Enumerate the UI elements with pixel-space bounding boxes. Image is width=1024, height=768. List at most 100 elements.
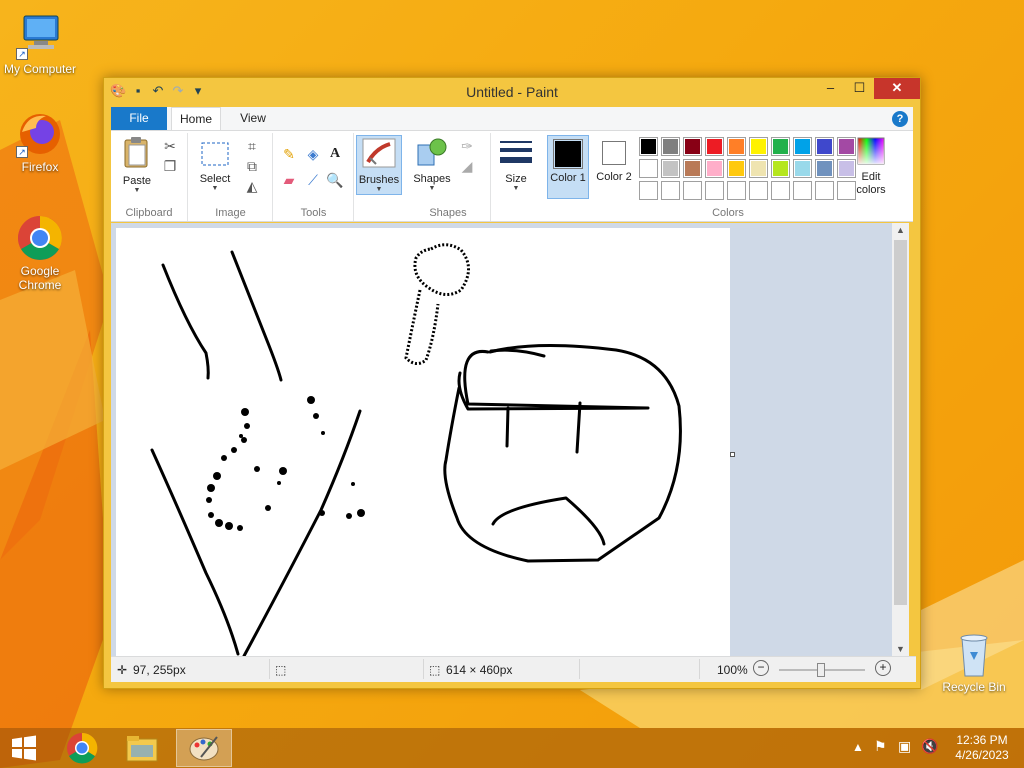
palette-swatch[interactable]	[749, 137, 768, 156]
palette-swatch[interactable]	[639, 137, 658, 156]
select-button[interactable]: Select ▼	[193, 141, 237, 193]
palette-swatch[interactable]	[727, 181, 746, 200]
palette-swatch[interactable]	[639, 181, 658, 200]
scroll-up-icon[interactable]: ▲	[892, 225, 909, 235]
palette-swatch[interactable]	[661, 181, 680, 200]
tab-home[interactable]: Home	[171, 107, 221, 130]
palette-swatch[interactable]	[815, 181, 834, 200]
palette-swatch[interactable]	[815, 159, 834, 178]
palette-swatch[interactable]	[683, 159, 702, 178]
title-bar[interactable]: 🎨 ▪ ↶ ↷ ▾ Untitled - Paint – ☐ ✕	[104, 78, 920, 106]
palette-swatch[interactable]	[793, 181, 812, 200]
palette-swatch[interactable]	[727, 137, 746, 156]
desktop-icon-recycle-bin[interactable]: Recycle Bin	[934, 630, 1014, 694]
color-wheel-icon	[857, 137, 885, 165]
desktop-icon-firefox[interactable]: ↗ Firefox	[0, 110, 80, 174]
crop-icon[interactable]: ⌗	[243, 137, 261, 155]
palette-swatch[interactable]	[661, 159, 680, 178]
copy-icon[interactable]: ❐	[161, 157, 179, 175]
paste-label: Paste	[122, 175, 152, 187]
desktop-icon-my-computer[interactable]: ↗ My Computer	[0, 12, 80, 76]
desktop-icon-label: Recycle Bin	[942, 680, 1006, 694]
fill-icon[interactable]: ◈	[304, 145, 322, 163]
close-button[interactable]: ✕	[874, 78, 920, 99]
palette-swatch[interactable]	[793, 159, 812, 178]
status-bar: ✛ 97, 255px ⬚ ⬚ 614 × 460px 100% − +	[111, 656, 916, 682]
cut-icon[interactable]: ✂	[161, 137, 179, 155]
palette-swatch[interactable]	[683, 137, 702, 156]
tab-file[interactable]: File	[111, 107, 167, 130]
maximize-button[interactable]: ☐	[845, 78, 874, 99]
outline-icon[interactable]: ✑	[458, 137, 476, 155]
color2-swatch	[602, 141, 626, 165]
shapes-button[interactable]: Shapes ▼	[410, 137, 454, 193]
desktop-icon-chrome[interactable]: Google Chrome	[0, 214, 80, 292]
color1-button[interactable]: Color 1	[547, 135, 589, 199]
palette-swatch[interactable]	[705, 159, 724, 178]
palette-swatch[interactable]	[661, 137, 680, 156]
paste-button[interactable]: Paste ▼	[115, 137, 159, 195]
action-center-flag-icon[interactable]: ⚑	[874, 738, 887, 755]
fill-shape-icon[interactable]: ◢	[458, 157, 476, 175]
color-picker-icon[interactable]: ⟋	[304, 171, 322, 189]
start-button[interactable]	[0, 729, 48, 767]
group-tools: ✎ ◈ A ▰ ⟋ 🔍 Tools	[274, 133, 354, 221]
shapes-icon	[417, 138, 447, 166]
paint-palette-icon	[189, 736, 219, 761]
text-icon[interactable]: A	[326, 145, 344, 163]
size-button[interactable]: Size ▼	[496, 139, 536, 193]
scrollbar-thumb[interactable]	[894, 240, 907, 605]
taskbar-file-explorer[interactable]	[114, 729, 170, 767]
palette-swatch[interactable]	[771, 159, 790, 178]
clock[interactable]: 12:36 PM 4/26/2023	[952, 733, 1012, 763]
palette-swatch[interactable]	[683, 181, 702, 200]
color2-label: Color 2	[596, 171, 632, 183]
taskbar-paint[interactable]	[176, 729, 232, 767]
resize-icon[interactable]: ⧉	[243, 157, 261, 175]
palette-swatch[interactable]	[771, 181, 790, 200]
color1-swatch	[553, 139, 583, 169]
brushes-button[interactable]: Brushes ▼	[356, 135, 402, 195]
palette-swatch[interactable]	[705, 137, 724, 156]
vertical-scrollbar[interactable]: ▲ ▼	[892, 223, 909, 656]
window-title: Untitled - Paint	[466, 84, 558, 100]
tab-view[interactable]: View	[235, 107, 271, 130]
palette-swatch[interactable]	[793, 137, 812, 156]
chevron-down-icon: ▼	[428, 185, 436, 192]
palette-swatch[interactable]	[639, 159, 658, 178]
zoom-in-icon[interactable]: +	[875, 660, 891, 676]
palette-swatch[interactable]	[727, 159, 746, 178]
network-icon[interactable]: ▣	[898, 738, 911, 755]
volume-muted-icon[interactable]: 🔇	[921, 738, 938, 755]
edit-colors-button[interactable]: Edit colors	[849, 137, 893, 197]
ribbon: Paste ▼ ✂ ❐ Clipboard Select ▼ ⌗ ⧉ ◭ Ima…	[111, 130, 913, 222]
palette-swatch[interactable]	[815, 137, 834, 156]
divider	[699, 659, 700, 679]
resize-handle[interactable]	[730, 452, 735, 457]
drawing-canvas[interactable]	[116, 228, 730, 656]
rotate-icon[interactable]: ◭	[243, 177, 261, 195]
taskbar-chrome[interactable]	[54, 729, 110, 767]
zoom-out-icon[interactable]: −	[753, 660, 769, 676]
palette-swatch[interactable]	[749, 159, 768, 178]
group-label: Tools	[300, 207, 327, 219]
cursor-position: 97, 255px	[133, 663, 186, 677]
brush-icon	[362, 138, 396, 168]
color2-button[interactable]: Color 2	[593, 135, 635, 199]
pencil-icon[interactable]: ✎	[280, 145, 298, 163]
palette-swatch[interactable]	[771, 137, 790, 156]
eraser-icon[interactable]: ▰	[280, 171, 298, 189]
canvas-area[interactable]	[111, 223, 906, 656]
palette-swatch[interactable]	[749, 181, 768, 200]
help-icon[interactable]: ?	[892, 111, 908, 127]
magnifier-icon[interactable]: 🔍	[326, 171, 344, 189]
minimize-button[interactable]: –	[816, 78, 845, 99]
computer-icon: ↗	[16, 12, 64, 60]
color1-label: Color 1	[550, 172, 586, 184]
firefox-icon: ↗	[16, 110, 64, 158]
palette-swatch[interactable]	[705, 181, 724, 200]
show-hidden-icons-icon[interactable]: ▲	[852, 740, 864, 754]
zoom-slider-thumb[interactable]	[817, 663, 825, 677]
shapes-label: Shapes	[413, 173, 451, 185]
scroll-down-icon[interactable]: ▼	[892, 644, 909, 654]
